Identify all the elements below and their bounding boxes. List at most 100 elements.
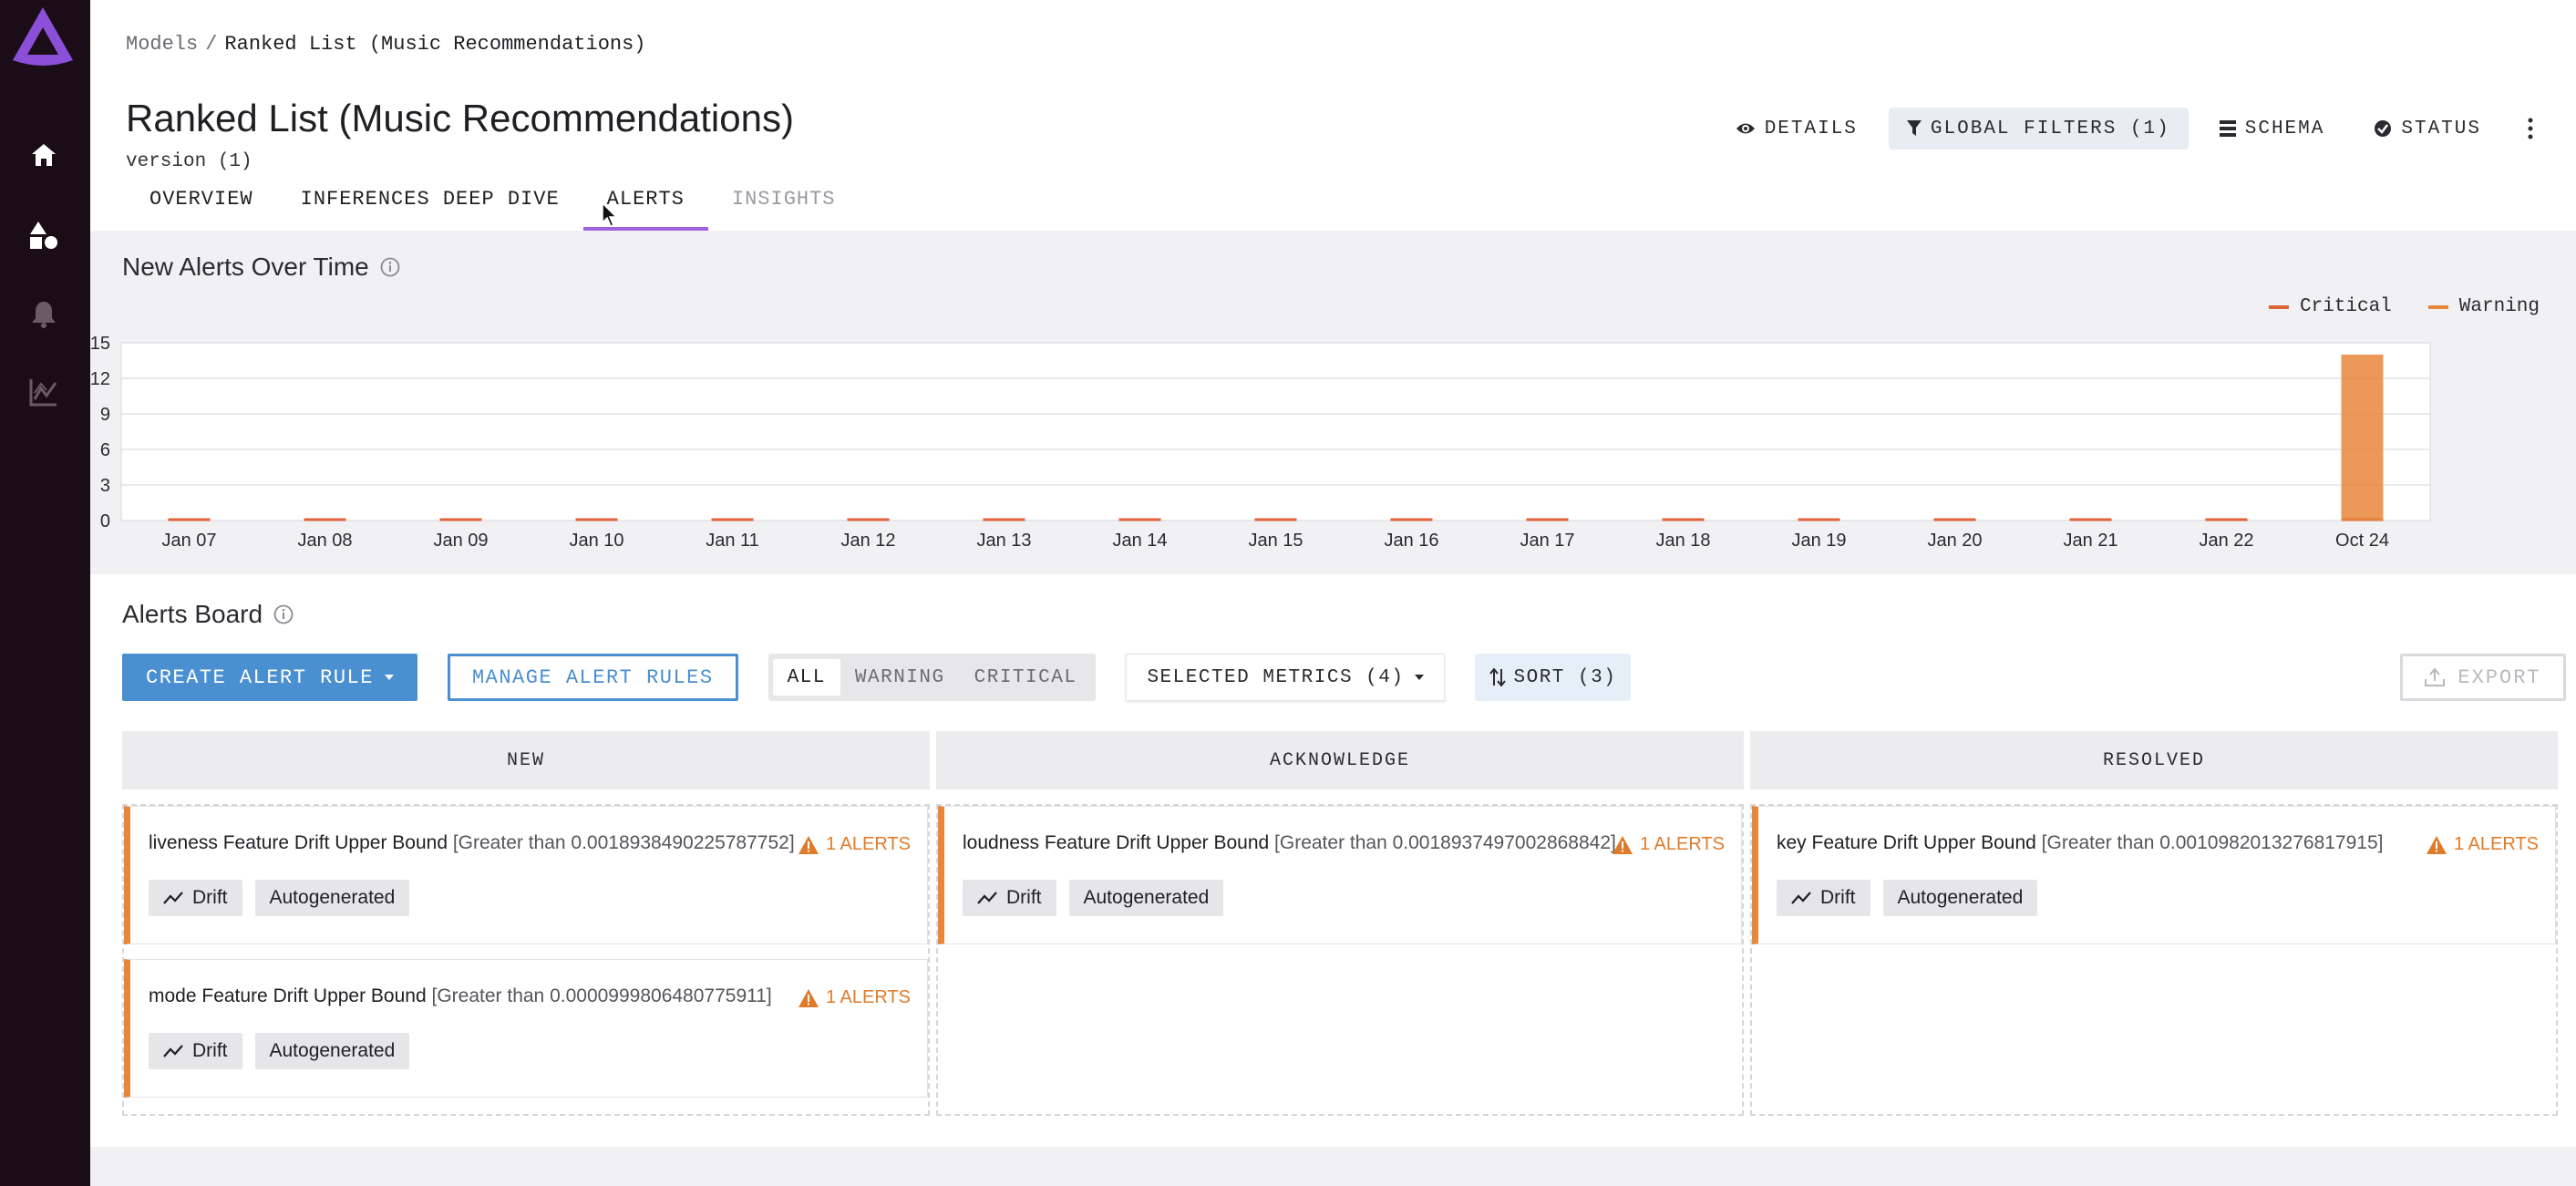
warning-icon [2426, 835, 2447, 854]
column-new: NEW liveness Feature Drift Upper Bound [… [122, 731, 930, 1116]
y-tick-label: 9 [100, 405, 110, 425]
global-filters-label: GLOBAL FILTERS (1) [1930, 118, 2170, 139]
alert-card[interactable]: liveness Feature Drift Upper Bound [Grea… [124, 806, 928, 944]
warning-icon [798, 835, 819, 854]
chart-line-icon[interactable] [26, 374, 62, 410]
warning-icon [798, 988, 819, 1007]
export-button[interactable]: EXPORT [2400, 654, 2566, 701]
x-tick-label: Jan 21 [2063, 531, 2117, 551]
x-tick-label: Jan 22 [2199, 531, 2253, 551]
alert-count-label: 1 ALERTS [2453, 834, 2539, 854]
chart-section-title: New Alerts Over Time [122, 253, 400, 282]
more-options-icon[interactable] [2512, 108, 2549, 150]
bell-icon[interactable] [26, 295, 62, 332]
alert-tags: Drift Autogenerated [963, 880, 1224, 916]
x-tick-label: Jan 11 [706, 531, 759, 551]
create-alert-rule-label: CREATE ALERT RULE [146, 665, 374, 689]
x-tick-label: Jan 09 [433, 531, 488, 551]
schema-button[interactable]: SCHEMA [2201, 108, 2344, 150]
check-circle-icon [2375, 120, 2392, 137]
filter-icon [1906, 120, 1922, 136]
column-body: key Feature Drift Upper Bound [Greater t… [1750, 804, 2558, 1116]
board-toolbar: CREATE ALERT RULE MANAGE ALERT RULES ALL… [122, 654, 1632, 701]
alert-card-title: mode Feature Drift Upper Bound [Greater … [149, 985, 772, 1007]
alert-tags: Drift Autogenerated [1777, 880, 2038, 916]
selected-metrics-label: SELECTED METRICS (4) [1147, 666, 1405, 688]
alert-count: 1 ALERTS [2426, 834, 2539, 855]
tag-drift: Drift [963, 880, 1056, 916]
manage-alert-rules-button[interactable]: MANAGE ALERT RULES [447, 654, 738, 701]
x-tick-label: Jan 16 [1384, 531, 1438, 551]
alerts-bar-chart: 03691215# of New AlertsJan 07Jan 08Jan 0… [90, 334, 2431, 551]
global-filters-button[interactable]: GLOBAL FILTERS (1) [1888, 108, 2189, 150]
x-tick-label: Jan 10 [569, 531, 623, 551]
upload-icon [2425, 668, 2446, 686]
column-body: loudness Feature Drift Upper Bound [Grea… [936, 804, 1744, 1116]
alert-count: 1 ALERTS [798, 834, 911, 855]
create-alert-rule-button[interactable]: CREATE ALERT RULE [122, 654, 417, 701]
tab-inferences-deep-dive[interactable]: INFERENCES DEEP DIVE [277, 180, 583, 231]
details-label: DETAILS [1764, 118, 1858, 139]
alert-rule-condition: [Greater than 0.0018937497002868842] [1274, 832, 1616, 853]
filter-critical[interactable]: CRITICAL [960, 659, 1092, 696]
x-tick-label: Jan 13 [976, 531, 1031, 551]
trend-icon [977, 892, 997, 904]
breadcrumb-parent[interactable]: Models [126, 33, 198, 56]
alert-count: 1 ALERTS [1612, 834, 1725, 855]
alert-tags: Drift Autogenerated [149, 880, 410, 916]
tag-drift: Drift [149, 880, 242, 916]
tag-autogenerated: Autogenerated [254, 1033, 410, 1069]
column-header: RESOLVED [1750, 731, 2558, 789]
alert-rule-name: liveness Feature Drift Upper Bound [149, 832, 448, 853]
bar-warning [2341, 355, 2384, 521]
tag-autogenerated: Autogenerated [1882, 880, 2038, 916]
alerts-over-time-section: New Alerts Over Time Critical Warning 0 3… [90, 231, 2576, 574]
filter-warning[interactable]: WARNING [840, 659, 960, 696]
sort-button[interactable]: SORT (3) [1475, 654, 1632, 701]
details-button[interactable]: DETAILS [1717, 108, 1876, 150]
selected-metrics-dropdown[interactable]: SELECTED METRICS (4) [1126, 654, 1446, 701]
home-icon[interactable] [26, 137, 62, 173]
alert-count: 1 ALERTS [798, 987, 911, 1008]
tag-drift-label: Drift [1820, 887, 1856, 908]
tab-overview[interactable]: OVERVIEW [126, 180, 277, 231]
tag-drift-label: Drift [192, 887, 228, 908]
alert-count-label: 1 ALERTS [825, 987, 911, 1007]
y-tick-label: 15 [90, 334, 110, 354]
info-icon[interactable] [380, 257, 400, 277]
tag-autogenerated: Autogenerated [254, 880, 410, 916]
legend-item-warning: Warning [2427, 296, 2540, 317]
x-tick-label: Jan 19 [1791, 531, 1846, 551]
y-tick-label: 12 [90, 369, 110, 389]
x-tick-label: Jan 07 [161, 531, 216, 551]
info-icon[interactable] [273, 604, 294, 624]
alert-count-label: 1 ALERTS [1639, 834, 1725, 854]
tag-autogenerated: Autogenerated [1068, 880, 1224, 916]
trend-icon [163, 892, 183, 904]
alert-rule-condition: [Greater than 0.0018938490225787752] [452, 832, 795, 853]
shapes-icon[interactable] [26, 217, 62, 253]
alert-card[interactable]: mode Feature Drift Upper Bound [Greater … [124, 959, 928, 1098]
breadcrumb: Models / Ranked List (Music Recommendation… [126, 33, 646, 56]
trend-icon [163, 1045, 183, 1057]
app-logo-icon[interactable] [11, 5, 75, 66]
alert-card[interactable]: key Feature Drift Upper Bound [Greater t… [1752, 806, 2556, 944]
x-tick-label: Jan 12 [840, 531, 895, 551]
board-section-title: Alerts Board [122, 600, 294, 629]
tag-drift: Drift [1777, 880, 1870, 916]
alert-rule-name: mode Feature Drift Upper Bound [149, 985, 427, 1006]
chart-legend: Critical Warning [2268, 296, 2540, 317]
status-button[interactable]: STATUS [2355, 108, 2499, 150]
tag-drift-label: Drift [192, 1040, 228, 1061]
x-tick-label: Jan 18 [1655, 531, 1710, 551]
filter-all[interactable]: ALL [772, 659, 840, 696]
board-title: Alerts Board [122, 600, 263, 628]
alert-rule-name: key Feature Drift Upper Bound [1777, 832, 2036, 853]
column-acknowledge: ACKNOWLEDGE loudness Feature Drift Upper… [936, 731, 1744, 1116]
alert-card[interactable]: loudness Feature Drift Upper Bound [Grea… [938, 806, 1742, 944]
alert-card-title: loudness Feature Drift Upper Bound [Grea… [963, 832, 1616, 854]
alert-rule-condition: [Greater than 0.0010982013276817915] [2041, 832, 2384, 853]
y-tick-label: 3 [100, 476, 110, 496]
table-icon [2219, 120, 2236, 137]
sort-icon [1489, 668, 1507, 686]
